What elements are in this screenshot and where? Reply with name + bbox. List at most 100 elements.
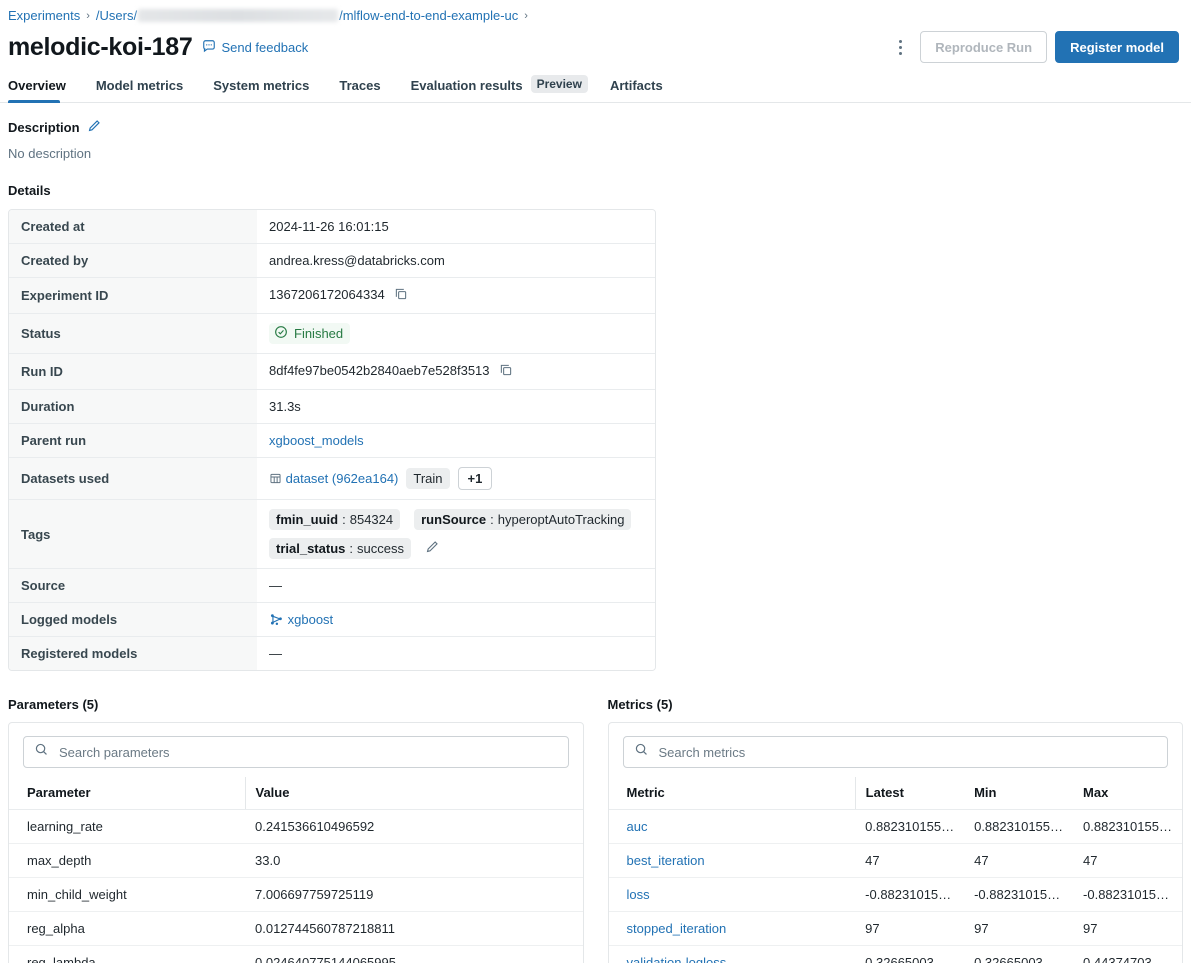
model-graph-icon bbox=[269, 612, 288, 627]
details-key: Status bbox=[9, 314, 257, 354]
details-value-tags: fmin_uuid: 854324 runSource: hyperoptAut… bbox=[257, 500, 655, 569]
table-row[interactable]: auc 0.882310155… 0.882310155… 0.88231015… bbox=[609, 810, 1183, 844]
details-key: Tags bbox=[9, 500, 257, 569]
tab-artifacts[interactable]: Artifacts bbox=[602, 78, 671, 102]
details-row-experiment-id: Experiment ID 1367206172064334 bbox=[9, 278, 655, 314]
metric-name[interactable]: loss bbox=[609, 878, 856, 912]
parameters-panel: Parameters (5) Parameter Value bbox=[8, 697, 584, 963]
description-text: No description bbox=[8, 146, 1183, 161]
table-row[interactable]: min_child_weight 7.006697759725119 bbox=[9, 878, 583, 912]
search-parameters-input[interactable] bbox=[57, 744, 558, 761]
breadcrumb-experiments[interactable]: Experiments bbox=[8, 8, 80, 23]
metrics-col-latest[interactable]: Latest bbox=[855, 777, 964, 810]
dataset-link[interactable]: dataset (962ea164) bbox=[269, 471, 398, 486]
details-row-source: Source — bbox=[9, 569, 655, 603]
breadcrumb-experiment-path[interactable]: /Users/ /mlflow-end-to-end-example-uc bbox=[96, 8, 518, 23]
breadcrumb-users-prefix: /Users/ bbox=[96, 8, 137, 23]
edit-tags-icon[interactable] bbox=[425, 540, 439, 557]
tab-evaluation-results[interactable]: Evaluation results bbox=[403, 78, 531, 102]
metric-name[interactable]: best_iteration bbox=[609, 844, 856, 878]
tag-key: runSource bbox=[421, 512, 486, 527]
status-label: Finished bbox=[294, 326, 343, 341]
more-options-button[interactable] bbox=[888, 34, 912, 60]
logged-model-link[interactable]: xgboost bbox=[269, 612, 333, 627]
table-row[interactable]: max_depth 33.0 bbox=[9, 844, 583, 878]
breadcrumb-separator-icon: › bbox=[86, 10, 90, 22]
status-badge: Finished bbox=[269, 323, 350, 344]
details-key: Source bbox=[9, 569, 257, 603]
table-row[interactable]: loss -0.88231015… -0.88231015… -0.882310… bbox=[609, 878, 1183, 912]
table-row[interactable]: validation-logloss 0.32665003… 0.3266500… bbox=[609, 946, 1183, 963]
metric-min: 97 bbox=[964, 912, 1073, 946]
metric-name[interactable]: auc bbox=[609, 810, 856, 844]
copy-run-id-icon[interactable] bbox=[499, 363, 513, 380]
tab-traces[interactable]: Traces bbox=[331, 78, 388, 102]
metric-latest: -0.88231015… bbox=[855, 878, 964, 912]
tab-model-metrics[interactable]: Model metrics bbox=[88, 78, 191, 102]
page-header: melodic-koi-187 Send feedback Reproduce … bbox=[0, 23, 1191, 67]
copy-experiment-id-icon[interactable] bbox=[394, 287, 408, 304]
reproduce-run-button[interactable]: Reproduce Run bbox=[920, 31, 1047, 63]
search-parameters-field[interactable] bbox=[23, 736, 569, 768]
breadcrumb-separator-icon-2: › bbox=[524, 10, 528, 22]
metrics-col-metric[interactable]: Metric bbox=[609, 777, 856, 810]
metrics-header-row: Metric Latest Min Max bbox=[609, 777, 1183, 810]
table-row[interactable]: best_iteration 47 47 47 bbox=[609, 844, 1183, 878]
parameters-col-parameter[interactable]: Parameter bbox=[9, 777, 245, 810]
parameter-name: learning_rate bbox=[9, 810, 245, 844]
send-feedback-button[interactable]: Send feedback bbox=[202, 39, 308, 56]
search-metrics-field[interactable] bbox=[623, 736, 1169, 768]
parameters-col-value[interactable]: Value bbox=[245, 777, 583, 810]
dataset-more-button[interactable]: +1 bbox=[458, 467, 493, 490]
details-value-source: — bbox=[257, 569, 655, 603]
parameter-value: 0.241536610496592 bbox=[245, 810, 583, 844]
overview-content: Description No description Details Creat… bbox=[0, 103, 1191, 671]
table-row[interactable]: learning_rate 0.241536610496592 bbox=[9, 810, 583, 844]
parameter-value: 33.0 bbox=[245, 844, 583, 878]
parent-run-link[interactable]: xgboost_models bbox=[269, 433, 364, 448]
tag-value: hyperoptAutoTracking bbox=[498, 512, 625, 527]
send-feedback-label: Send feedback bbox=[221, 40, 308, 55]
table-row[interactable]: reg_alpha 0.012744560787218811 bbox=[9, 912, 583, 946]
tag-colon: : bbox=[342, 512, 346, 527]
details-row-duration: Duration 31.3s bbox=[9, 390, 655, 424]
comment-bubble-icon bbox=[202, 39, 216, 56]
table-icon bbox=[269, 471, 286, 486]
tag-list: fmin_uuid: 854324 runSource: hyperoptAut… bbox=[269, 509, 643, 559]
experiment-id-text: 1367206172064334 bbox=[269, 287, 385, 302]
details-key: Run ID bbox=[9, 354, 257, 390]
metrics-col-min[interactable]: Min bbox=[964, 777, 1073, 810]
metric-latest: 0.882310155… bbox=[855, 810, 964, 844]
breadcrumb: Experiments › /Users/ /mlflow-end-to-end… bbox=[0, 0, 1191, 23]
page-title: melodic-koi-187 bbox=[8, 33, 192, 62]
parameter-name: min_child_weight bbox=[9, 878, 245, 912]
tag-item: trial_status: success bbox=[269, 538, 411, 559]
header-actions: Reproduce Run Register model bbox=[888, 31, 1179, 63]
details-value-duration: 31.3s bbox=[257, 390, 655, 424]
details-key: Created by bbox=[9, 244, 257, 278]
tab-bar: Overview Model metrics System metrics Tr… bbox=[0, 67, 1191, 103]
description-label: Description bbox=[8, 120, 80, 135]
tab-system-metrics[interactable]: System metrics bbox=[205, 78, 317, 102]
table-row[interactable]: reg_lambda 0.024640775144065995 bbox=[9, 946, 583, 963]
metrics-col-max[interactable]: Max bbox=[1073, 777, 1182, 810]
tab-overview[interactable]: Overview bbox=[8, 78, 74, 102]
params-metrics-panels: Parameters (5) Parameter Value bbox=[0, 697, 1191, 963]
parameter-name: reg_lambda bbox=[9, 946, 245, 963]
metric-name[interactable]: stopped_iteration bbox=[609, 912, 856, 946]
metric-name[interactable]: validation-logloss bbox=[609, 946, 856, 963]
metric-max: 47 bbox=[1073, 844, 1182, 878]
tag-item: fmin_uuid: 854324 bbox=[269, 509, 400, 530]
search-metrics-input[interactable] bbox=[657, 744, 1158, 761]
search-icon bbox=[34, 742, 49, 762]
table-row[interactable]: stopped_iteration 97 97 97 bbox=[609, 912, 1183, 946]
edit-description-icon[interactable] bbox=[87, 119, 101, 136]
metric-max: 0.44374703… bbox=[1073, 946, 1182, 963]
register-model-button[interactable]: Register model bbox=[1055, 31, 1179, 63]
details-value-datasets-used: dataset (962ea164) Train +1 bbox=[257, 458, 655, 500]
metric-max: -0.88231015… bbox=[1073, 878, 1182, 912]
parameters-table: Parameter Value learning_rate 0.24153661… bbox=[9, 777, 583, 963]
parameter-name: reg_alpha bbox=[9, 912, 245, 946]
tag-key: fmin_uuid bbox=[276, 512, 338, 527]
details-value-parent-run: xgboost_models bbox=[257, 424, 655, 458]
